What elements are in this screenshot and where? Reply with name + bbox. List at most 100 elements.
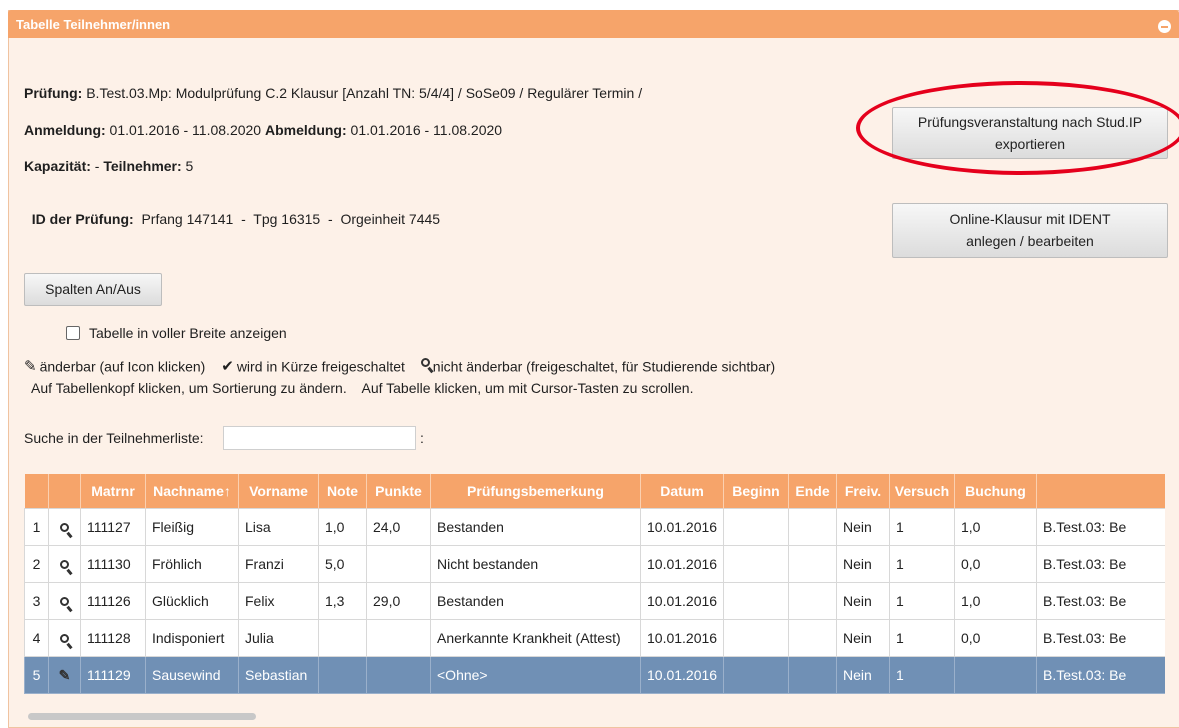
pencil-icon[interactable]: ✎ [59, 667, 71, 683]
cell-versuch: 1 [889, 619, 955, 657]
cell-nachname: Sausewind [145, 656, 239, 694]
col-header-no [24, 474, 49, 509]
toggle-columns-button[interactable]: Spalten An/Aus [24, 273, 162, 306]
cell-no: 2 [24, 545, 49, 583]
col-header-punkte[interactable]: Punkte [366, 474, 431, 509]
cell-icon[interactable] [48, 619, 81, 657]
cell-no: 3 [24, 582, 49, 620]
cell-versuch: 1 [889, 582, 955, 620]
col-header-datum[interactable]: Datum [640, 474, 724, 509]
col-header-versuch[interactable]: Versuch [889, 474, 955, 509]
col-header-nachname[interactable]: Nachname↑ [145, 474, 239, 509]
cell-modul: B.Test.03: Be [1036, 619, 1165, 657]
cell-freiv: Nein [836, 656, 890, 694]
table-row[interactable]: 5 ✎ 111129 Sausewind Sebastian <Ohne> 10.01.20… [24, 656, 1165, 694]
table-row[interactable]: 4 111128 Indisponiert Julia Anerkannte Krank… [24, 619, 1165, 657]
col-header-note[interactable]: Note [318, 474, 367, 509]
col-header-modul[interactable] [1036, 474, 1165, 509]
col-header-icon [48, 474, 81, 509]
cell-no: 1 [24, 508, 49, 546]
cell-datum: 10.01.2016 [640, 545, 724, 583]
registration-label: Anmeldung: [24, 122, 106, 138]
cell-icon[interactable] [48, 545, 81, 583]
exam-info-line: Prüfung: B.Test.03.Mp: Modulprüfung C.2 … [24, 85, 642, 101]
cell-versuch: 1 [889, 508, 955, 546]
exam-id-value: Prfang 147141 - Tpg 16315 - Orgeinheit 7… [133, 211, 441, 227]
cell-nachname: Glücklich [145, 582, 239, 620]
col-header-vorname[interactable]: Vorname [238, 474, 319, 509]
cell-buchung: 1,0 [954, 508, 1037, 546]
cell-nachname: Fleißig [145, 508, 239, 546]
table-row[interactable]: 2 111130 Fröhlich Franzi 5,0 Nicht bestanden 1… [24, 545, 1165, 583]
magnifier-icon[interactable] [60, 560, 69, 569]
participants-table[interactable]: Matrnr Nachname↑ Vorname Note Punkte Prü… [24, 474, 1165, 694]
cell-vorname: Julia [238, 619, 319, 657]
magnifier-icon[interactable] [60, 597, 69, 606]
registration-line: Anmeldung: 01.01.2016 - 11.08.2020 Abmel… [24, 122, 502, 138]
table-row[interactable]: 1 111127 Fleißig Lisa 1,0 24,0 Bestanden 10.01.… [24, 508, 1165, 546]
table-header-row: Matrnr Nachname↑ Vorname Note Punkte Prü… [24, 474, 1165, 509]
export-to-studip-button[interactable]: Prüfungsveranstaltung nach Stud.IP expor… [892, 107, 1168, 159]
participants-table-wrapper[interactable]: Matrnr Nachname↑ Vorname Note Punkte Prü… [24, 474, 1165, 698]
cell-modul: B.Test.03: Be [1036, 656, 1165, 694]
pencil-icon: ✎ [24, 358, 37, 376]
col-header-matrnr[interactable]: Matrnr [80, 474, 146, 509]
cell-versuch: 1 [889, 545, 955, 583]
cell-datum: 10.01.2016 [640, 656, 724, 694]
cell-note: 1,0 [318, 508, 367, 546]
col-header-bemerkung[interactable]: Prüfungsbemerkung [430, 474, 641, 509]
cell-ende [788, 508, 837, 546]
panel-title: Tabelle Teilnehmer/innen [16, 17, 171, 32]
cell-bemerkung: Bestanden [430, 508, 641, 546]
cell-ende [788, 582, 837, 620]
magnifier-icon [420, 356, 430, 373]
cell-nachname: Fröhlich [145, 545, 239, 583]
cell-ende [788, 656, 837, 694]
cell-ende [788, 619, 837, 657]
cell-no: 4 [24, 619, 49, 657]
full-width-checkbox[interactable] [66, 326, 80, 340]
magnifier-icon[interactable] [60, 634, 69, 643]
col-header-beginn[interactable]: Beginn [723, 474, 789, 509]
cell-note: 5,0 [318, 545, 367, 583]
col-header-buchung[interactable]: Buchung [954, 474, 1037, 509]
cell-buchung: 0,0 [954, 545, 1037, 583]
cell-note [318, 656, 367, 694]
horizontal-scrollbar[interactable] [28, 713, 256, 720]
cell-icon[interactable]: ✎ [48, 656, 81, 694]
cell-icon[interactable] [48, 508, 81, 546]
collapse-icon[interactable] [1158, 20, 1171, 33]
online-exam-ident-button[interactable]: Online-Klausur mit IDENT anlegen / bearb… [892, 203, 1168, 258]
cell-matrnr: 111130 [80, 545, 146, 583]
cell-bemerkung: <Ohne> [430, 656, 641, 694]
cell-punkte: 24,0 [366, 508, 431, 546]
exam-id-label: ID der Prüfung: [31, 211, 134, 227]
cell-icon[interactable] [48, 582, 81, 620]
cell-punkte [366, 619, 431, 657]
cell-buchung: 1,0 [954, 582, 1037, 620]
col-header-freiv[interactable]: Freiv. [836, 474, 890, 509]
magnifier-icon[interactable] [60, 523, 69, 532]
search-colon: : [420, 430, 424, 446]
cell-datum: 10.01.2016 [640, 582, 724, 620]
cell-matrnr: 111129 [80, 656, 146, 694]
cell-modul: B.Test.03: Be [1036, 508, 1165, 546]
deregistration-label: Abmeldung: [264, 122, 347, 138]
participants-label: Teilnehmer: [103, 158, 182, 174]
cell-punkte [366, 545, 431, 583]
cell-vorname: Felix [238, 582, 319, 620]
cell-matrnr: 111127 [80, 508, 146, 546]
cell-beginn [723, 656, 789, 694]
cell-freiv: Nein [836, 582, 890, 620]
participant-search-input[interactable] [223, 426, 416, 450]
col-header-ende[interactable]: Ende [788, 474, 837, 509]
cell-beginn [723, 582, 789, 620]
deregistration-value: 01.01.2016 - 11.08.2020 [346, 122, 503, 138]
cell-bemerkung: Bestanden [430, 582, 641, 620]
cell-freiv: Nein [836, 545, 890, 583]
full-width-label: Tabelle in voller Breite anzeigen [89, 325, 287, 341]
table-row[interactable]: 3 111126 Glücklich Felix 1,3 29,0 Bestanden 10.… [24, 582, 1165, 620]
cell-buchung: 0,0 [954, 619, 1037, 657]
cell-matrnr: 111128 [80, 619, 146, 657]
checkmark-icon: ✔ [221, 358, 234, 376]
